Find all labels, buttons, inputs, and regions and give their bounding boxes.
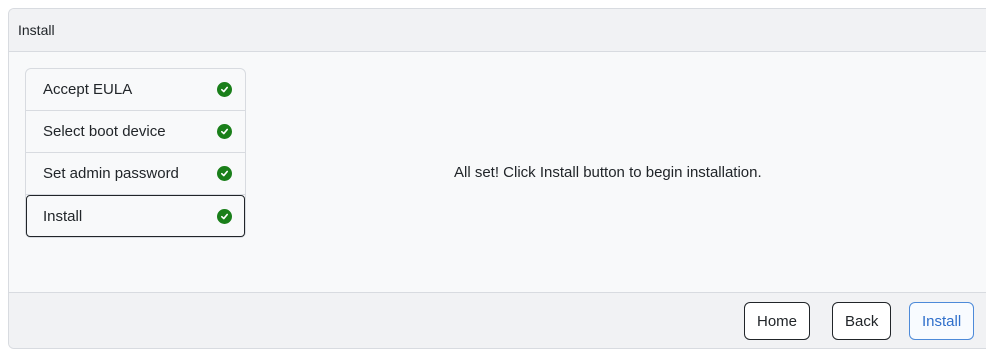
install-card: Install Accept EULA Select boot device S… (8, 8, 986, 349)
check-circle-icon (217, 124, 232, 139)
install-button[interactable]: Install (909, 302, 975, 340)
step-list: Accept EULA Select boot device Set admin… (25, 68, 246, 238)
step-label: Set admin password (43, 165, 179, 182)
step-label: Accept EULA (43, 81, 133, 98)
page-title: Install (18, 22, 55, 38)
step-select-boot-device[interactable]: Select boot device (26, 111, 245, 153)
step-install[interactable]: Install (26, 195, 245, 237)
card-body: Accept EULA Select boot device Set admin… (9, 52, 986, 292)
step-label: Select boot device (43, 123, 166, 140)
back-button[interactable]: Back (832, 302, 892, 340)
step-set-admin-password[interactable]: Set admin password (26, 153, 245, 195)
card-header: Install (9, 9, 986, 52)
status-message: All set! Click Install button to begin i… (454, 164, 762, 181)
step-label: Install (43, 207, 83, 225)
home-button[interactable]: Home (744, 302, 811, 340)
step-accept-eula[interactable]: Accept EULA (26, 69, 245, 111)
check-circle-icon (217, 208, 232, 224)
card-footer: Home Back Install (9, 292, 986, 348)
check-circle-icon (217, 166, 232, 181)
check-circle-icon (217, 82, 232, 97)
